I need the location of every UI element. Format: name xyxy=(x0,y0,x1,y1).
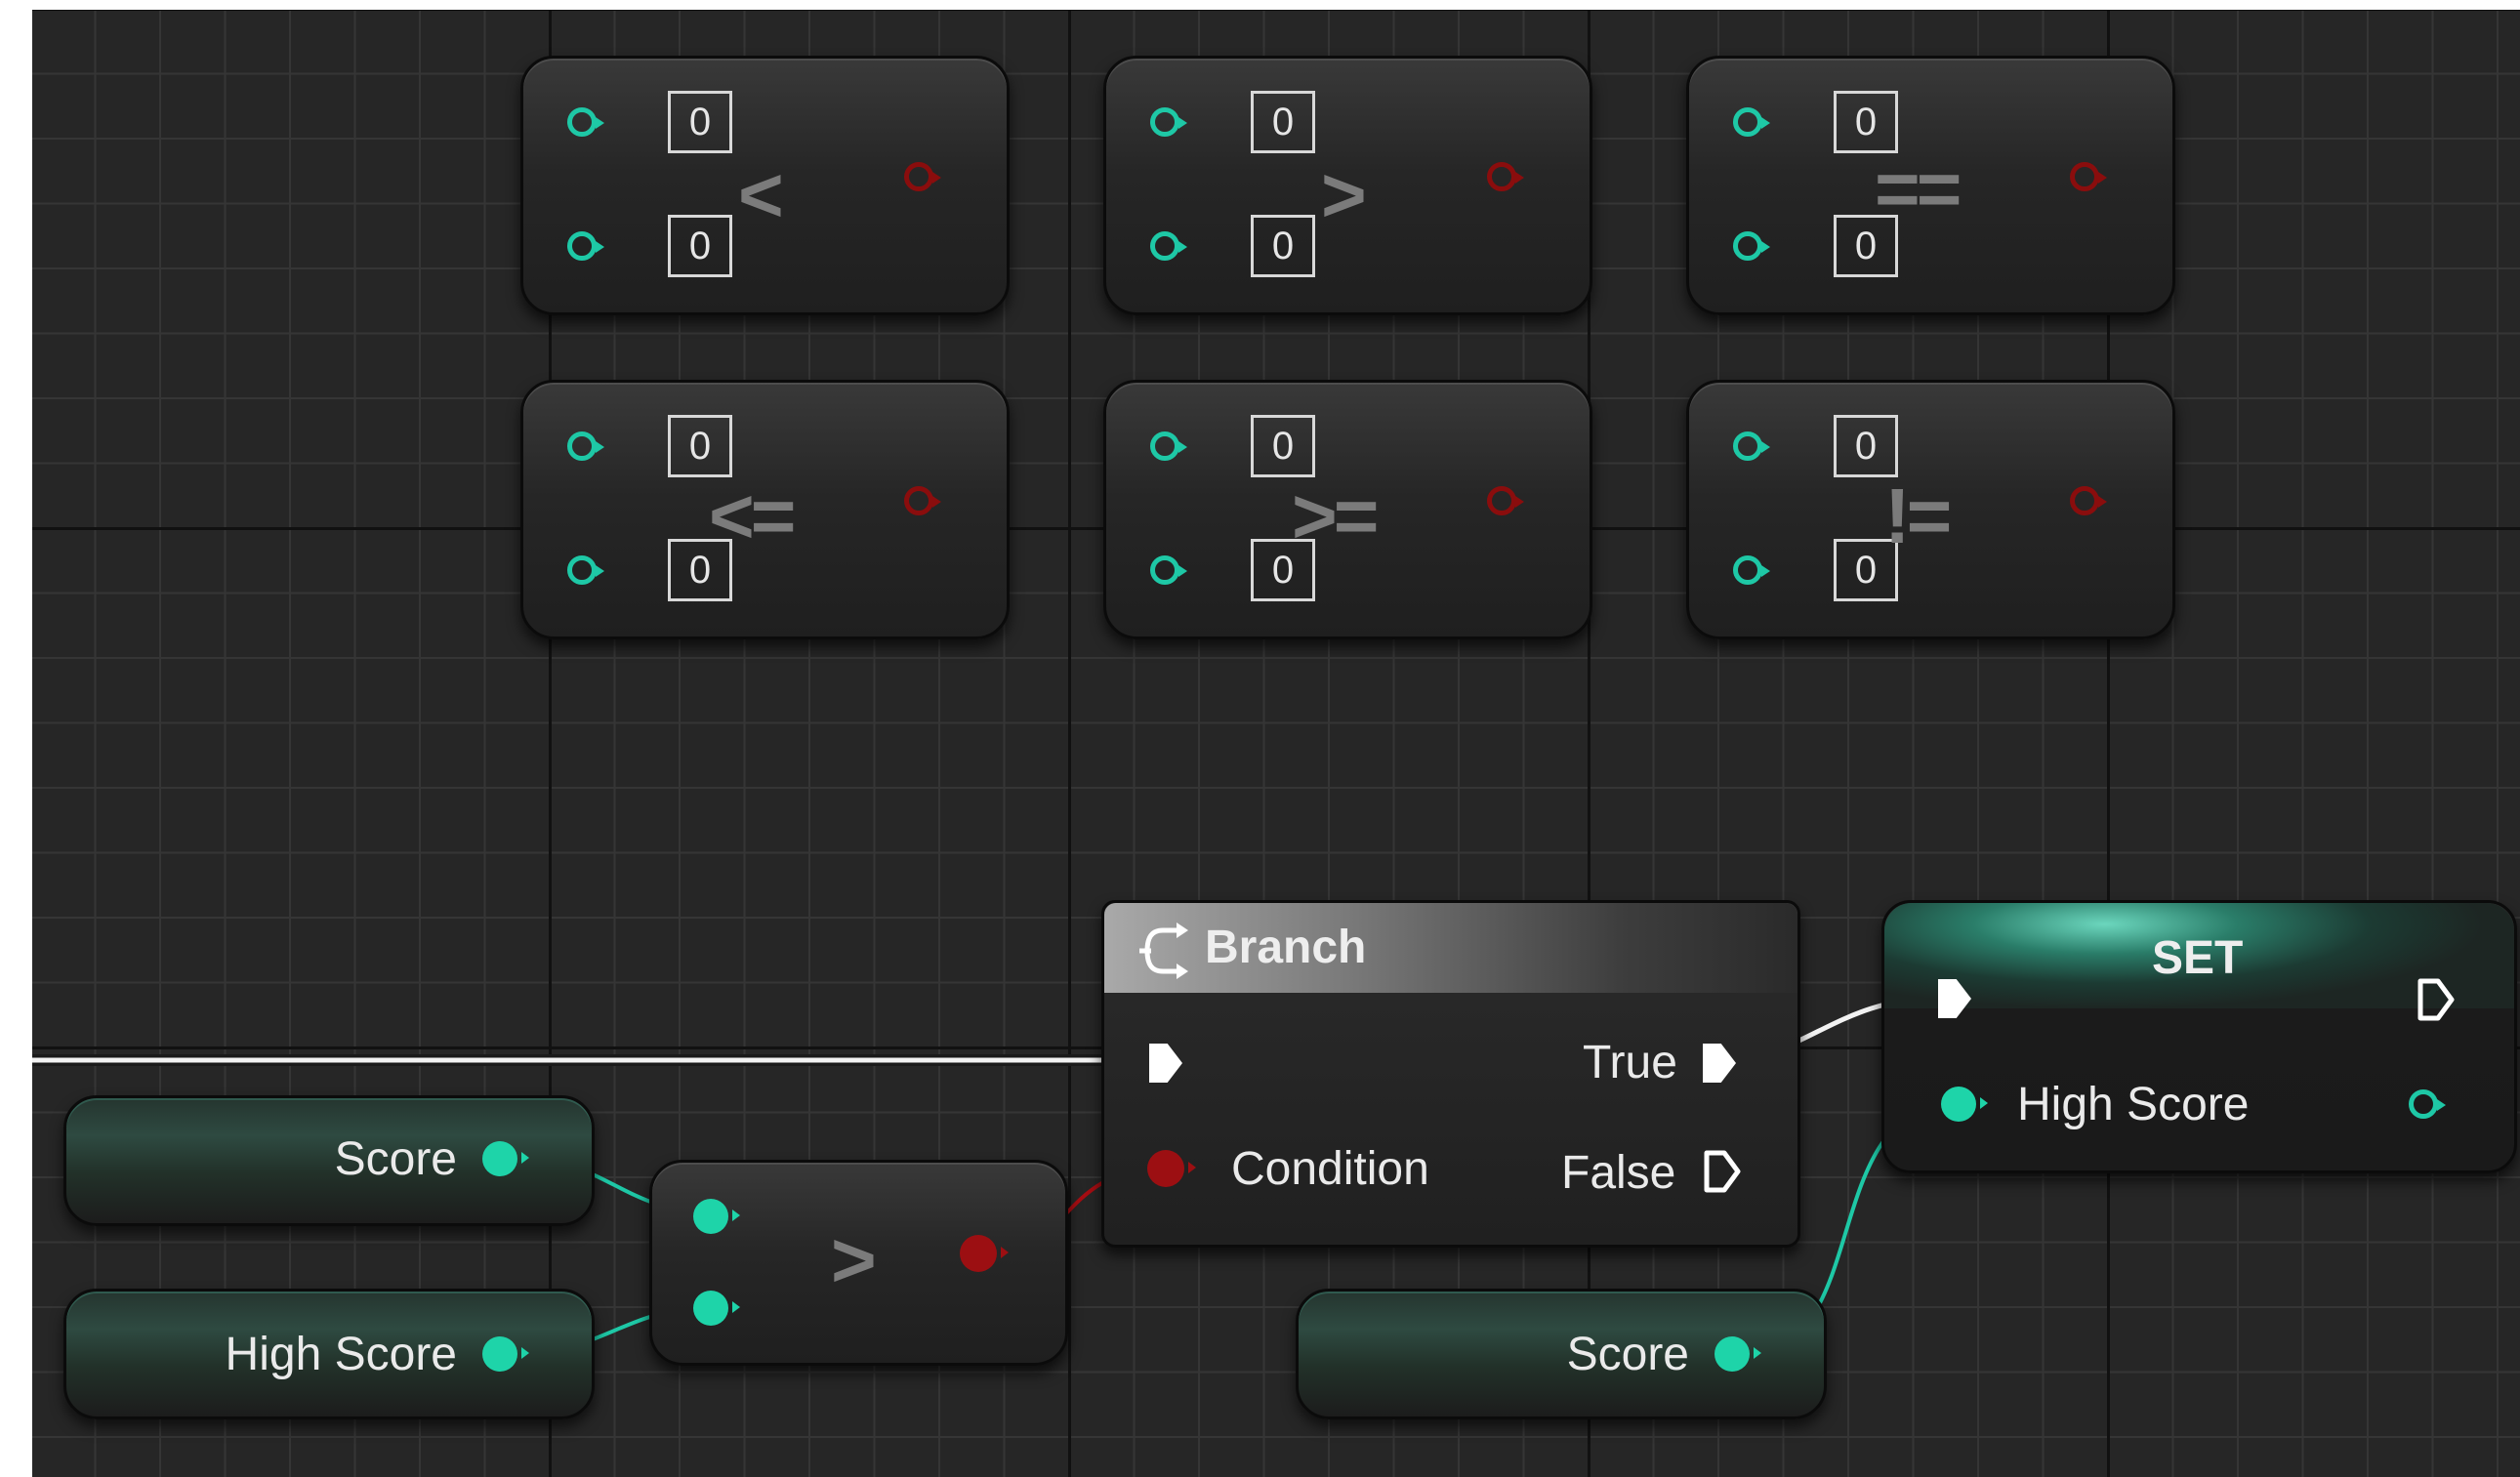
value-box-a[interactable]: 0 xyxy=(1251,415,1315,477)
output-pin-int[interactable] xyxy=(482,1336,529,1372)
condition-label: Condition xyxy=(1231,1143,1429,1195)
get-score-node-2[interactable]: Score xyxy=(1296,1289,1827,1419)
compare-node-score-greater[interactable]: > xyxy=(649,1160,1068,1366)
input-pin-a[interactable] xyxy=(1733,107,1770,137)
operator-label: != xyxy=(1884,472,1952,559)
output-pin-bool[interactable] xyxy=(1487,486,1524,515)
branch-icon xyxy=(1139,923,1188,979)
operator-label: == xyxy=(1875,145,1962,232)
variable-label: Score xyxy=(334,1133,457,1185)
output-pin-bool[interactable] xyxy=(904,486,941,515)
input-pin-b[interactable] xyxy=(1733,231,1770,261)
input-pin-a[interactable] xyxy=(567,431,604,461)
value-box-a[interactable]: 0 xyxy=(1834,91,1898,153)
value-box-b[interactable]: 0 xyxy=(1251,215,1315,277)
compare-node-not-equal[interactable]: 0 0 != xyxy=(1686,380,2175,639)
input-pin-a[interactable] xyxy=(693,1199,740,1234)
input-pin-b[interactable] xyxy=(567,555,604,585)
compare-node-greater[interactable]: 0 0 > xyxy=(1103,56,1592,315)
output-pin-int[interactable] xyxy=(1714,1336,1761,1372)
high-score-label: High Score xyxy=(2017,1079,2250,1130)
output-pin-bool[interactable] xyxy=(904,162,941,191)
input-pin-b[interactable] xyxy=(567,231,604,261)
get-score-node[interactable]: Score xyxy=(63,1095,595,1226)
output-pin-bool[interactable] xyxy=(960,1235,1009,1272)
input-pin-b[interactable] xyxy=(1150,231,1187,261)
exec-out-pin[interactable] xyxy=(2417,977,2456,1022)
variable-label: High Score xyxy=(225,1329,457,1380)
operator-label: >= xyxy=(1292,472,1379,559)
compare-node-less[interactable]: 0 0 < xyxy=(520,56,1010,315)
value-box-a[interactable]: 0 xyxy=(1834,415,1898,477)
input-pin-a[interactable] xyxy=(1150,431,1187,461)
operator-label: > xyxy=(1321,151,1367,238)
input-pin-a[interactable] xyxy=(1150,107,1187,137)
exec-in-pin[interactable] xyxy=(1149,1044,1182,1083)
get-high-score-node[interactable]: High Score xyxy=(63,1289,595,1419)
high-score-input-pin[interactable] xyxy=(1941,1087,1988,1122)
compare-node-greater-equal[interactable]: 0 0 >= xyxy=(1103,380,1592,639)
exec-true-pin[interactable] xyxy=(1703,1044,1736,1083)
branch-title: Branch xyxy=(1205,922,1367,973)
compare-node-equal[interactable]: 0 0 == xyxy=(1686,56,2175,315)
operator-label: <= xyxy=(709,472,796,559)
input-pin-a[interactable] xyxy=(1733,431,1770,461)
output-pin-bool[interactable] xyxy=(1487,162,1524,191)
output-pin-int[interactable] xyxy=(482,1141,529,1176)
branch-header[interactable]: Branch xyxy=(1104,903,1797,993)
input-pin-a[interactable] xyxy=(567,107,604,137)
value-box-a[interactable]: 0 xyxy=(668,415,732,477)
branch-node[interactable]: Branch Condition True False xyxy=(1101,900,1800,1248)
compare-node-less-equal[interactable]: 0 0 <= xyxy=(520,380,1010,639)
set-title: SET xyxy=(2152,932,2244,984)
input-pin-b[interactable] xyxy=(1733,555,1770,585)
exec-false-pin[interactable] xyxy=(1703,1149,1742,1194)
variable-label: Score xyxy=(1566,1329,1689,1380)
value-box-b[interactable]: 0 xyxy=(668,215,732,277)
high-score-output-pin[interactable] xyxy=(2409,1089,2446,1119)
true-label: True xyxy=(1583,1037,1677,1088)
false-label: False xyxy=(1561,1147,1676,1199)
output-pin-bool[interactable] xyxy=(2070,486,2107,515)
input-pin-b[interactable] xyxy=(693,1291,740,1326)
operator-label: > xyxy=(831,1216,877,1303)
condition-pin[interactable] xyxy=(1147,1150,1196,1187)
value-box-a[interactable]: 0 xyxy=(668,91,732,153)
input-pin-b[interactable] xyxy=(1150,555,1187,585)
operator-label: < xyxy=(738,151,784,238)
output-pin-bool[interactable] xyxy=(2070,162,2107,191)
set-node[interactable]: SET High Score xyxy=(1881,900,2517,1173)
value-box-a[interactable]: 0 xyxy=(1251,91,1315,153)
